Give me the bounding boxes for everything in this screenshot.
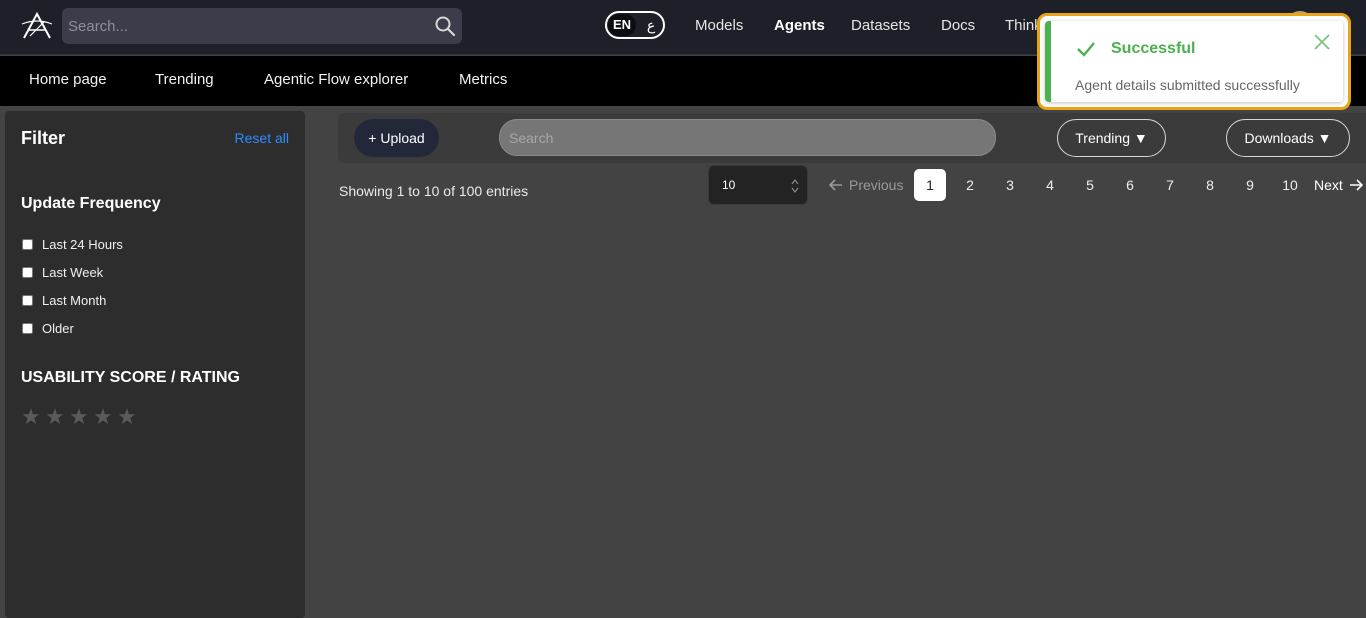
page-size-value: 10 <box>722 178 736 192</box>
checkbox[interactable] <box>22 322 33 334</box>
arrow-left-icon <box>829 179 842 191</box>
lang-en-option[interactable]: EN <box>608 14 636 36</box>
subnav-trending[interactable]: Trending <box>155 71 214 88</box>
page-9[interactable]: 9 <box>1234 169 1266 201</box>
checkmark-icon <box>1077 42 1095 57</box>
previous-label: Previous <box>849 177 904 193</box>
checkbox-label: Older <box>42 320 74 336</box>
nav-models[interactable]: Models <box>695 17 743 34</box>
filter-older[interactable]: Older <box>22 319 74 337</box>
filter-last-24-hours[interactable]: Last 24 Hours <box>22 235 123 253</box>
star-icon[interactable]: ★ <box>45 404 65 430</box>
nav-datasets[interactable]: Datasets <box>851 17 910 34</box>
previous-page-button[interactable]: Previous <box>829 177 903 193</box>
usability-title: USABILITY SCORE / RATING <box>21 369 240 386</box>
checkbox[interactable] <box>22 294 33 306</box>
toast-message: Agent details submitted successfully <box>1075 77 1300 93</box>
lang-ar-option[interactable]: ع <box>641 14 661 36</box>
subnav-agentic-flow-explorer[interactable]: Agentic Flow explorer <box>264 71 408 88</box>
rating-stars: ★ ★ ★ ★ ★ <box>21 404 137 430</box>
page-1[interactable]: 1 <box>914 169 946 201</box>
next-label: Next <box>1314 177 1343 193</box>
star-icon[interactable]: ★ <box>93 404 113 430</box>
checkbox-label: Last Week <box>42 264 104 280</box>
close-icon[interactable] <box>1313 33 1331 51</box>
page-7[interactable]: 7 <box>1154 169 1186 201</box>
upload-button[interactable]: + Upload <box>354 119 439 157</box>
filter-title: Filter <box>21 128 66 148</box>
subnav-home[interactable]: Home page <box>29 71 107 88</box>
update-frequency-title: Update Frequency <box>21 195 161 212</box>
agents-search-input[interactable] <box>500 120 995 155</box>
filter-last-week[interactable]: Last Week <box>22 263 103 281</box>
next-page-button[interactable]: Next <box>1314 177 1363 193</box>
global-search[interactable] <box>62 8 462 44</box>
reset-all-link[interactable]: Reset all <box>235 130 289 146</box>
search-icon[interactable] <box>434 15 456 37</box>
checkbox[interactable] <box>22 266 33 278</box>
toast-body: Successful Agent details submitted succe… <box>1045 21 1343 102</box>
toast-title: Successful <box>1111 40 1196 57</box>
page-3[interactable]: 3 <box>994 169 1026 201</box>
checkbox-label: Last 24 Hours <box>42 236 123 252</box>
subnav-metrics[interactable]: Metrics <box>459 71 507 88</box>
spinner-arrows-icon[interactable] <box>791 178 799 194</box>
page-10[interactable]: 10 <box>1274 169 1306 201</box>
entries-summary: Showing 1 to 10 of 100 entries <box>339 183 529 199</box>
star-icon[interactable]: ★ <box>69 404 89 430</box>
filter-sidebar: Filter Reset all Update Frequency Last 2… <box>5 111 305 618</box>
checkbox[interactable] <box>22 238 33 250</box>
page-2[interactable]: 2 <box>954 169 986 201</box>
agents-search[interactable] <box>499 119 996 156</box>
brand-logo[interactable] <box>20 10 54 42</box>
trending-sort-button[interactable]: Trending ▼ <box>1057 119 1166 157</box>
page-size-stepper[interactable]: 10 <box>708 165 808 205</box>
page-4[interactable]: 4 <box>1034 169 1066 201</box>
content-toolbar: + Upload Trending ▼ Downloads ▼ <box>338 113 1366 163</box>
language-toggle[interactable]: EN ع <box>605 11 665 39</box>
checkbox-label: Last Month <box>42 292 107 308</box>
downloads-sort-button[interactable]: Downloads ▼ <box>1226 119 1350 157</box>
page-5[interactable]: 5 <box>1074 169 1106 201</box>
success-toast: Successful Agent details submitted succe… <box>1037 13 1351 110</box>
star-icon[interactable]: ★ <box>21 404 41 430</box>
arrow-right-icon <box>1349 179 1363 191</box>
page-6[interactable]: 6 <box>1114 169 1146 201</box>
nav-docs[interactable]: Docs <box>941 17 975 34</box>
page-8[interactable]: 8 <box>1194 169 1226 201</box>
star-icon[interactable]: ★ <box>117 404 137 430</box>
global-search-input[interactable] <box>62 8 422 44</box>
filter-last-month[interactable]: Last Month <box>22 291 106 309</box>
nav-agents[interactable]: Agents <box>774 17 825 34</box>
